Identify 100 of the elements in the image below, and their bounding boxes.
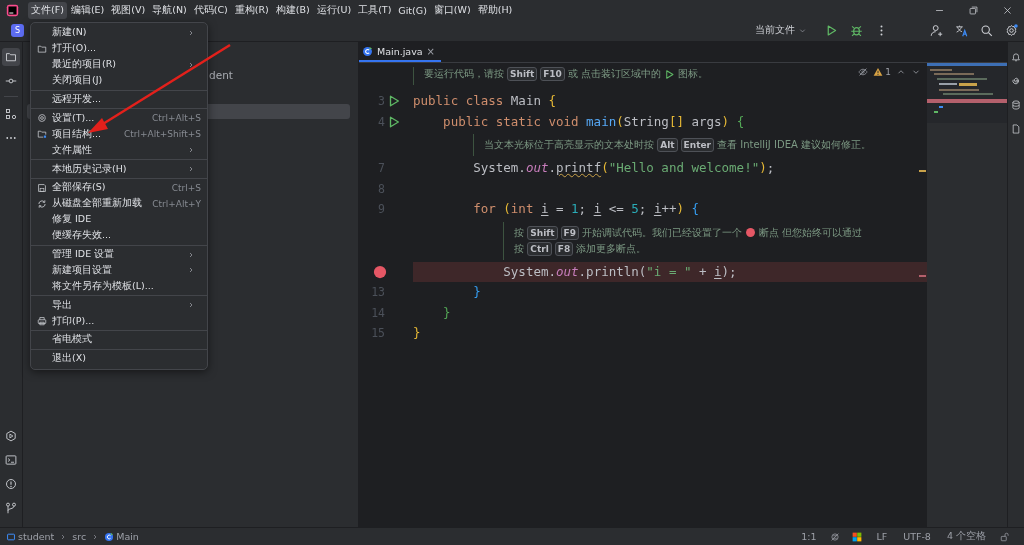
hint-text: 要运行代码，请按: [424, 67, 504, 81]
menu-item-label: 本地历史记录(H): [52, 162, 127, 176]
indent-setting[interactable]: 4 个空格: [946, 530, 986, 543]
save-icon: [37, 182, 47, 193]
menu-item[interactable]: 远程开发...: [31, 91, 207, 108]
shortcut-text: Ctrl+Alt+Shift+S: [124, 129, 201, 140]
print-icon: [37, 316, 47, 327]
breadcrumb[interactable]: student: [6, 531, 55, 542]
hint-text: 按: [514, 241, 525, 256]
menu-bar-item[interactable]: Git(G): [395, 2, 430, 18]
key-cap: F10: [540, 67, 565, 81]
menu-item[interactable]: 便缓存失效...: [31, 227, 207, 244]
add-user-icon[interactable]: [930, 24, 943, 37]
key-cap: Shift: [527, 225, 558, 240]
project-avatar[interactable]: S: [11, 24, 24, 37]
menu-item[interactable]: 项目结构... Ctrl+Alt+Shift+S: [31, 126, 207, 143]
menu-item[interactable]: 修复 IDE: [31, 211, 207, 228]
menu-item[interactable]: 设置(T)... Ctrl+Alt+S: [31, 110, 207, 127]
breadcrumb[interactable]: src: [72, 531, 87, 542]
menu-item[interactable]: 将文件另存为模板(L)...: [31, 278, 207, 295]
menu-bar-item[interactable]: 工具(T): [355, 1, 395, 19]
close-tab-button[interactable]: ×: [426, 45, 435, 57]
breakpoint-icon[interactable]: [373, 264, 387, 279]
hint-text: 或 点击装订区域中的: [567, 67, 662, 81]
menu-item-label: 打开(O)...: [52, 42, 96, 56]
menu-item[interactable]: 最近的项目(R): [31, 56, 207, 73]
run-icon[interactable]: [825, 24, 838, 37]
menu-item[interactable]: 打开(O)...: [31, 40, 207, 57]
menu-bar-item[interactable]: 帮助(H): [474, 1, 516, 19]
menu-item-label: 新建项目设置: [52, 263, 112, 277]
minimap-drawing[interactable]: [927, 63, 1007, 123]
menu-item[interactable]: 文件属性: [31, 142, 207, 159]
menu-item-label: 全部保存(S): [52, 181, 106, 195]
menu-bar-item[interactable]: 窗口(W): [430, 1, 474, 19]
menu-bar-item[interactable]: 运行(U): [313, 1, 355, 19]
menu-item[interactable]: 从磁盘全部重新加载 Ctrl+Alt+Y: [31, 195, 207, 212]
breadcrumb-label: Main: [116, 531, 139, 542]
code-line: }: [442, 303, 451, 322]
menu-item[interactable]: 管理 IDE 设置: [31, 246, 207, 263]
menu-bar-item[interactable]: 编辑(E): [67, 1, 108, 19]
menu-bar-item[interactable]: 文件(F): [28, 1, 67, 19]
menu-item[interactable]: 打印(P)...: [31, 313, 207, 330]
run-icon[interactable]: [387, 94, 401, 109]
app-logo-icon[interactable]: [6, 3, 19, 17]
warning-icon: [873, 67, 884, 77]
menu-item-label: 最近的项目(R): [52, 58, 116, 72]
shortcut-text: Ctrl+Alt+S: [152, 113, 201, 124]
code-line: System.out.println("i = " + i);: [502, 262, 737, 281]
debug-icon[interactable]: [850, 24, 863, 37]
translate-icon[interactable]: [955, 24, 968, 37]
warning-counter[interactable]: 1: [873, 67, 891, 77]
menu-item[interactable]: 省电模式: [31, 332, 207, 348]
editor-tab[interactable]: Main.java ×: [359, 42, 441, 62]
menu-item[interactable]: 本地历史记录(H): [31, 161, 207, 177]
key-cap: Enter: [680, 138, 714, 152]
menu-item-label: 便缓存失效...: [52, 229, 112, 243]
menu-item-label: 新建(N): [52, 26, 87, 40]
menu-item[interactable]: 退出(X): [31, 350, 207, 367]
menu-bar-item[interactable]: 视图(V): [108, 1, 149, 19]
module-icon: [6, 531, 16, 542]
menu-item-label: 文件属性: [52, 143, 92, 157]
restore-icon[interactable]: [967, 4, 979, 16]
lock-icon[interactable]: [1000, 531, 1010, 542]
menu-bar-item[interactable]: 代码(C): [190, 1, 231, 19]
settings-icon[interactable]: [1005, 24, 1018, 37]
key-cap: F8: [554, 241, 574, 256]
menu-item[interactable]: 新建(N): [31, 25, 207, 41]
windows-logo-icon[interactable]: [852, 531, 863, 542]
hint-text: 当文本光标位于高亮显示的文本处时按: [484, 138, 655, 152]
hint-text: 断点 但您始终可以通过: [759, 225, 863, 240]
tree-item[interactable]: dent: [209, 68, 233, 81]
menu-bar-item[interactable]: 构建(B): [272, 1, 313, 19]
run-icon[interactable]: [387, 114, 401, 129]
inspection-icon[interactable]: [830, 531, 841, 542]
line-separator[interactable]: LF: [876, 531, 888, 542]
breakpoint-marker: [919, 274, 926, 277]
menu-item[interactable]: 导出: [31, 297, 207, 314]
key-cap: Ctrl: [527, 241, 552, 256]
breadcrumb[interactable]: Main: [104, 531, 139, 542]
code-line: System.out.printf("Hello and welcome!");: [472, 159, 775, 178]
shortcut-text: Ctrl+S: [171, 182, 201, 193]
menu-item[interactable]: 关闭项目(J): [31, 72, 207, 89]
code-line: public static void main(String[] args) {: [442, 112, 745, 131]
hint-text: 查看 IntelliJ IDEA 建议如何修正。: [717, 138, 871, 152]
menu-item[interactable]: 新建项目设置: [31, 262, 207, 279]
menu-item-label: 设置(T)...: [52, 111, 95, 125]
file-encoding[interactable]: UTF-8: [903, 531, 931, 542]
search-icon[interactable]: [980, 24, 993, 37]
folder-icon[interactable]: [2, 48, 20, 66]
breadcrumb-label: student: [18, 531, 55, 542]
key-cap: Alt: [657, 138, 678, 152]
menu-item-label: 退出(X): [52, 352, 86, 366]
menu-item[interactable]: 全部保存(S) Ctrl+S: [31, 180, 207, 196]
hint-text: 添加更多断点。: [576, 241, 647, 256]
hidden-eye-icon[interactable]: [858, 67, 869, 77]
caret-position[interactable]: 1:1: [801, 531, 817, 542]
menu-bar-item[interactable]: 重构(R): [231, 1, 272, 19]
run-configuration-dropdown[interactable]: 当前文件: [755, 24, 807, 37]
menu-bar-item[interactable]: 导航(N): [149, 1, 190, 19]
close-icon[interactable]: [1001, 4, 1013, 16]
